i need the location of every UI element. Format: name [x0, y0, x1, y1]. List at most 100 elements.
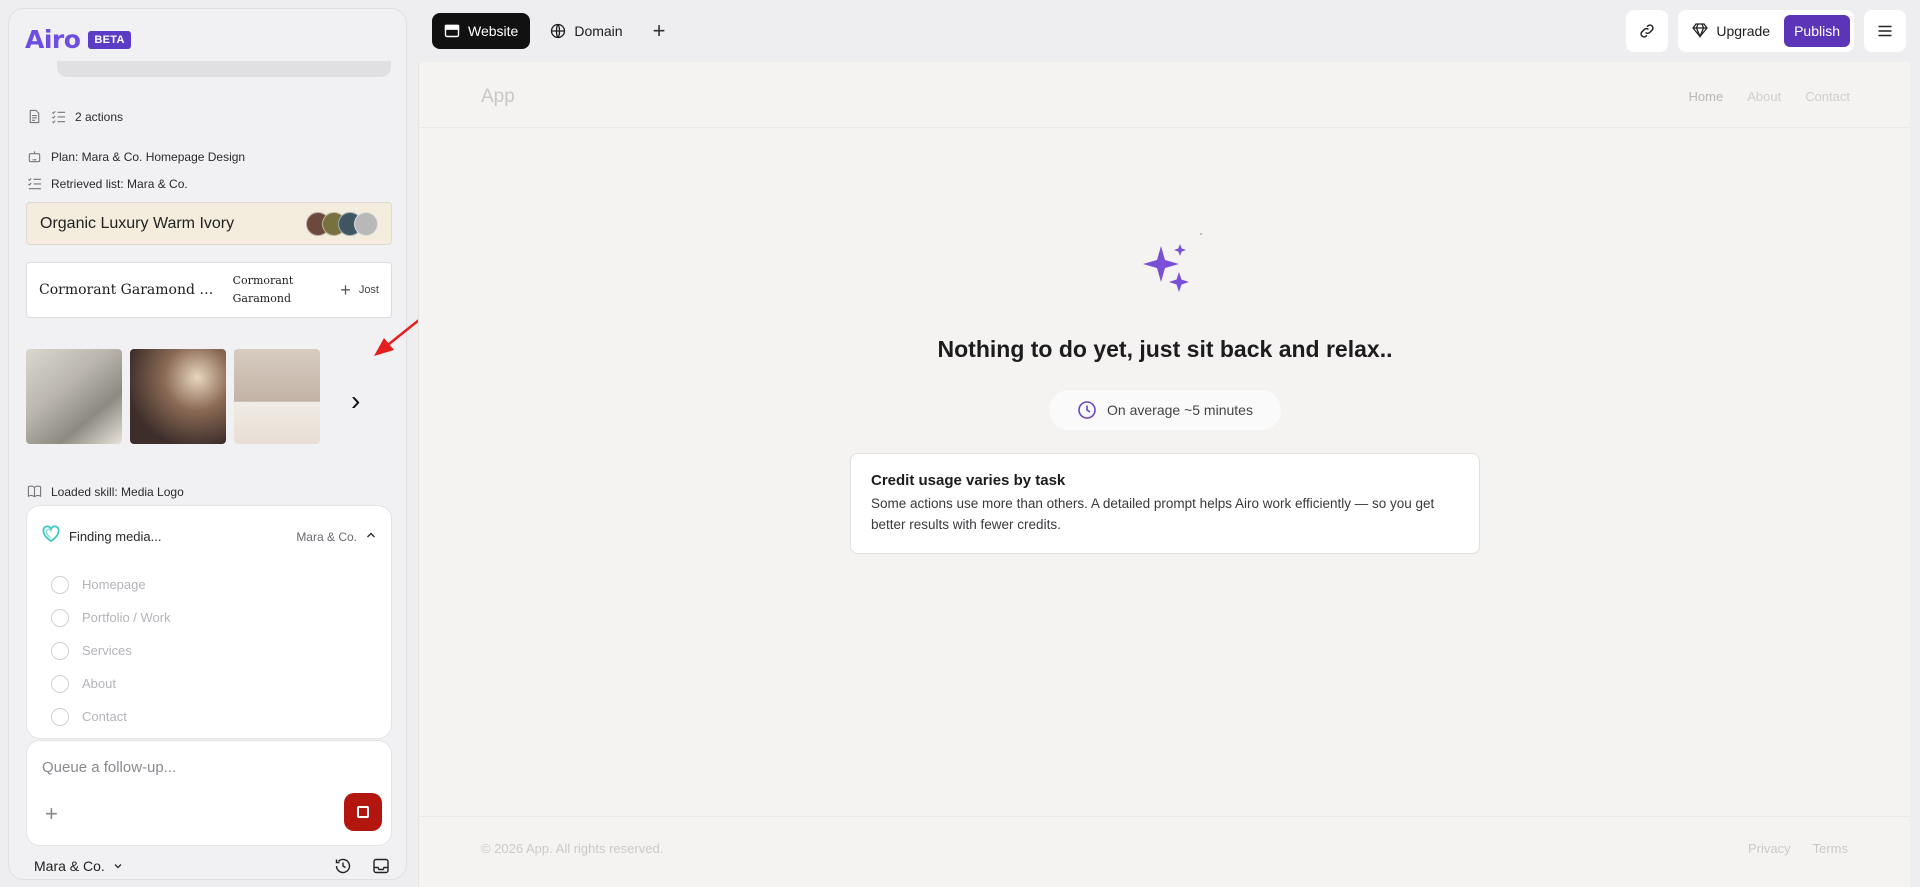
- radio-circle-icon: [51, 608, 69, 627]
- color-palette-card[interactable]: Organic Luxury Warm Ivory: [26, 202, 392, 245]
- credit-info-card: Credit usage varies by task Some actions…: [850, 453, 1480, 554]
- task-item-label: Services: [82, 643, 132, 658]
- plus-icon: +: [340, 279, 351, 300]
- copyright-text: © 2026 App. All rights reserved.: [481, 841, 664, 856]
- task-list: Homepage Portfolio / Work Services About…: [51, 568, 171, 733]
- media-thumbnail-bedroom[interactable]: [234, 349, 320, 444]
- composer: +: [26, 740, 392, 846]
- nav-link-home[interactable]: Home: [1689, 89, 1724, 104]
- task-project: Mara & Co.: [296, 529, 357, 544]
- task-item-label: About: [82, 676, 116, 691]
- footer-links: Privacy Terms: [1748, 841, 1848, 856]
- task-item[interactable]: Homepage: [51, 568, 171, 601]
- stop-button[interactable]: [344, 793, 382, 831]
- tab-label: Website: [468, 23, 519, 39]
- link-icon: [1638, 22, 1656, 40]
- upgrade-label: Upgrade: [1716, 23, 1771, 39]
- chevron-right-icon[interactable]: ›: [351, 387, 360, 415]
- plan-label: Plan: Mara & Co. Homepage Design: [51, 149, 246, 164]
- media-thumbnail-lounge[interactable]: [130, 349, 226, 444]
- website-preview: App Home About Contact Nothing to do yet…: [418, 62, 1910, 887]
- tab-website[interactable]: Website: [432, 13, 531, 49]
- chevron-up-icon[interactable]: [365, 528, 377, 546]
- list-icon: [27, 176, 42, 191]
- publish-button[interactable]: Publish: [1784, 15, 1850, 47]
- task-progress-card: Finding media... Mara & Co. Homepage Por…: [26, 505, 392, 739]
- preview-app-title[interactable]: App: [481, 86, 515, 108]
- footer-link-terms[interactable]: Terms: [1813, 841, 1848, 856]
- spinner-heart-icon: [41, 524, 61, 549]
- sparkles-icon: [1143, 244, 1189, 292]
- heading-font-sample: Cormorant Garamond: [232, 274, 294, 305]
- task-item-label: Contact: [82, 709, 127, 724]
- document-icon: [27, 109, 42, 124]
- sidebar-footer-icons: [334, 857, 390, 875]
- history-icon[interactable]: [334, 857, 352, 875]
- actions-summary[interactable]: 2 actions: [27, 109, 123, 124]
- decorative-dot: [1200, 233, 1202, 235]
- add-tab-button[interactable]: +: [643, 18, 676, 44]
- retrieved-row[interactable]: Retrieved list: Mara & Co.: [27, 176, 188, 191]
- font-pairing-card[interactable]: Cormorant Garamond & Jost Cormorant Gara…: [26, 262, 392, 318]
- eta-pill: On average ~5 minutes: [1049, 390, 1281, 430]
- task-title: Finding media...: [69, 529, 162, 544]
- task-header[interactable]: Finding media... Mara & Co.: [41, 524, 377, 549]
- empty-state-title: Nothing to do yet, just sit back and rel…: [937, 336, 1393, 362]
- copy-link-button[interactable]: [1626, 10, 1669, 52]
- clock-icon: [1077, 400, 1097, 420]
- logo-row: Airo BETA: [25, 25, 131, 54]
- top-actions: Upgrade Publish: [1626, 10, 1906, 52]
- actions-count: 2 actions: [75, 109, 124, 124]
- add-attachment-icon[interactable]: +: [45, 801, 58, 827]
- radio-circle-icon: [51, 674, 69, 693]
- upgrade-publish-group: Upgrade Publish: [1678, 10, 1854, 52]
- font-pairing-name: Cormorant Garamond & Jost: [39, 282, 221, 298]
- hamburger-icon: [1876, 22, 1894, 40]
- inbox-icon[interactable]: [372, 857, 390, 875]
- palette-swatches: [306, 211, 378, 236]
- follow-up-input[interactable]: [42, 759, 342, 776]
- media-thumbnail-living-room[interactable]: [26, 349, 122, 444]
- tab-domain[interactable]: Domain: [538, 13, 634, 49]
- upgrade-button[interactable]: Upgrade: [1692, 22, 1778, 41]
- sidebar-footer: Mara & Co.: [34, 857, 390, 875]
- preview-nav-links: Home About Contact: [1689, 89, 1850, 104]
- chat-sidebar: Airo BETA 2 actions Plan: Mara & Co. Hom…: [8, 8, 407, 880]
- task-item[interactable]: Contact: [51, 700, 171, 733]
- credit-body: Some actions use more than others. A det…: [871, 496, 1435, 532]
- body-font-sample: Jost: [358, 284, 379, 296]
- book-icon: [27, 484, 42, 499]
- project-selector-label: Mara & Co.: [34, 858, 105, 874]
- nav-link-about[interactable]: About: [1747, 89, 1781, 104]
- plan-row[interactable]: Plan: Mara & Co. Homepage Design: [27, 149, 245, 164]
- retrieved-label: Retrieved list: Mara & Co.: [51, 176, 188, 191]
- credit-title: Credit usage varies by task: [871, 472, 1066, 489]
- task-item[interactable]: About: [51, 667, 171, 700]
- airo-logo[interactable]: Airo: [25, 25, 81, 54]
- task-item-label: Portfolio / Work: [82, 610, 171, 625]
- palette-name: Organic Luxury Warm Ivory: [40, 214, 235, 232]
- stop-icon: [357, 806, 369, 818]
- robot-icon: [27, 149, 42, 164]
- footer-link-privacy[interactable]: Privacy: [1748, 841, 1791, 856]
- checklist-icon: [51, 109, 66, 124]
- task-item[interactable]: Portfolio / Work: [51, 601, 171, 634]
- browser-window-icon: [444, 23, 460, 39]
- menu-button[interactable]: [1864, 10, 1906, 52]
- beta-badge: BETA: [88, 30, 131, 49]
- collapsed-message-edge: [57, 61, 391, 77]
- view-tabs: Website Domain +: [432, 13, 675, 49]
- task-item[interactable]: Services: [51, 634, 171, 667]
- chevron-down-icon: [113, 858, 123, 874]
- preview-footer: © 2026 App. All rights reserved. Privacy…: [419, 816, 1910, 887]
- diamond-icon: [1692, 22, 1709, 41]
- nav-link-contact[interactable]: Contact: [1805, 89, 1850, 104]
- tab-label: Domain: [574, 23, 623, 39]
- swatch-4: [354, 211, 378, 236]
- radio-circle-icon: [51, 575, 69, 594]
- project-selector[interactable]: Mara & Co.: [34, 858, 123, 874]
- task-item-label: Homepage: [82, 577, 146, 592]
- skill-row[interactable]: Loaded skill: Media Logo: [27, 484, 184, 499]
- eta-text: On average ~5 minutes: [1107, 402, 1253, 418]
- media-thumbnails: [26, 349, 320, 444]
